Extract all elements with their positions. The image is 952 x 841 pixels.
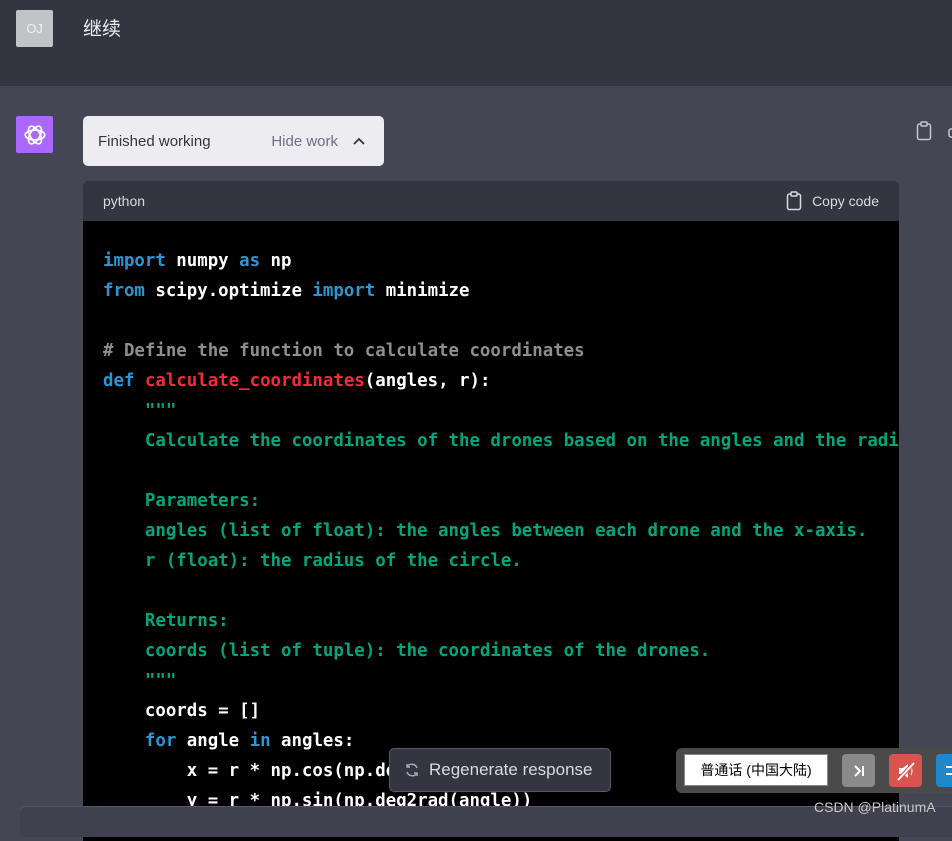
code-language: python xyxy=(103,193,786,209)
work-status: Finished working xyxy=(98,133,271,150)
settings-button[interactable] xyxy=(936,754,952,787)
code-text: coords = [] xyxy=(103,701,260,721)
code-keyword: for xyxy=(145,731,176,751)
code-block: python Copy code import numpy as npfrom … xyxy=(83,181,899,841)
code-line: coords (list of tuple): the coordinates … xyxy=(103,636,899,666)
code-text xyxy=(103,731,145,751)
code-text: angle xyxy=(176,731,249,751)
code-keyword: from xyxy=(103,281,145,301)
code-line xyxy=(103,306,899,336)
clipboard-icon[interactable] xyxy=(916,121,932,141)
regenerate-label: Regenerate response xyxy=(429,760,593,780)
code-keyword: def xyxy=(103,371,134,391)
code-line: Returns: xyxy=(103,606,899,636)
code-text: angles: xyxy=(271,731,355,751)
code-keyword: in xyxy=(250,731,271,751)
user-message: 继续 xyxy=(83,14,121,41)
copy-code-label: Copy code xyxy=(812,193,879,209)
mute-button[interactable] xyxy=(889,754,922,787)
code-text: minimize xyxy=(375,281,469,301)
code-keyword: as xyxy=(239,251,260,271)
code-line: """ xyxy=(103,666,899,696)
code-keyword: import xyxy=(103,251,166,271)
code-string: Returns: xyxy=(103,611,229,631)
hide-work-button[interactable]: Hide work xyxy=(271,133,338,150)
code-string: coords (list of tuple): the coordinates … xyxy=(103,641,710,661)
code-string: """ xyxy=(103,401,176,421)
skip-button[interactable] xyxy=(842,754,875,787)
code-line: coords = [] xyxy=(103,696,899,726)
thumbs-icon[interactable] xyxy=(946,121,952,141)
code-line: # Define the function to calculate coord… xyxy=(103,336,899,366)
code-line xyxy=(103,576,899,606)
code-header: python Copy code xyxy=(83,181,899,221)
code-string: r (float): the radius of the circle. xyxy=(103,551,522,571)
code-line: """ xyxy=(103,396,899,426)
regenerate-response-button[interactable]: Regenerate response xyxy=(389,748,611,792)
code-string: Calculate the coordinates of the drones … xyxy=(103,431,899,451)
voice-toolbar: 普通话 (中国大陆) xyxy=(676,748,952,793)
code-text: (angles, r): xyxy=(365,371,491,391)
copy-code-button[interactable]: Copy code xyxy=(786,191,879,211)
skip-icon xyxy=(851,763,867,779)
refresh-icon xyxy=(404,762,420,778)
user-avatar: OJ xyxy=(16,10,53,47)
speaker-muted-icon xyxy=(895,760,917,782)
code-string: """ xyxy=(103,671,176,691)
watermark: CSDN @PlatinumA xyxy=(814,799,936,815)
code-line: Calculate the coordinates of the drones … xyxy=(103,426,899,456)
code-text xyxy=(134,371,144,391)
input-area xyxy=(20,806,952,837)
code-line xyxy=(103,456,899,486)
code-line: Parameters: xyxy=(103,486,899,516)
code-line: r (float): the radius of the circle. xyxy=(103,546,899,576)
code-keyword: import xyxy=(312,281,375,301)
code-text: numpy xyxy=(166,251,239,271)
code-line: from scipy.optimize import minimize xyxy=(103,276,899,306)
chevron-up-icon[interactable] xyxy=(352,134,366,148)
code-line: angles (list of float): the angles betwe… xyxy=(103,516,899,546)
code-text: np xyxy=(260,251,291,271)
code-text: scipy.optimize xyxy=(145,281,313,301)
code-comment: # Define the function to calculate coord… xyxy=(103,341,585,361)
code-line: def calculate_coordinates(angles, r): xyxy=(103,366,899,396)
clipboard-icon xyxy=(786,191,802,211)
code-string: Parameters: xyxy=(103,491,260,511)
user-message-row: OJ 继续 xyxy=(0,0,952,86)
code-line: import numpy as np xyxy=(103,246,899,276)
language-select[interactable]: 普通话 (中国大陆) xyxy=(684,754,828,786)
code-string: angles (list of float): the angles betwe… xyxy=(103,521,867,541)
chatgpt-logo-icon xyxy=(16,116,53,153)
sliders-icon xyxy=(943,761,952,781)
work-status-panel: Finished working Hide work xyxy=(83,116,384,166)
code-function-name: calculate_coordinates xyxy=(145,371,365,391)
code-content: import numpy as npfrom scipy.optimize im… xyxy=(83,221,899,816)
